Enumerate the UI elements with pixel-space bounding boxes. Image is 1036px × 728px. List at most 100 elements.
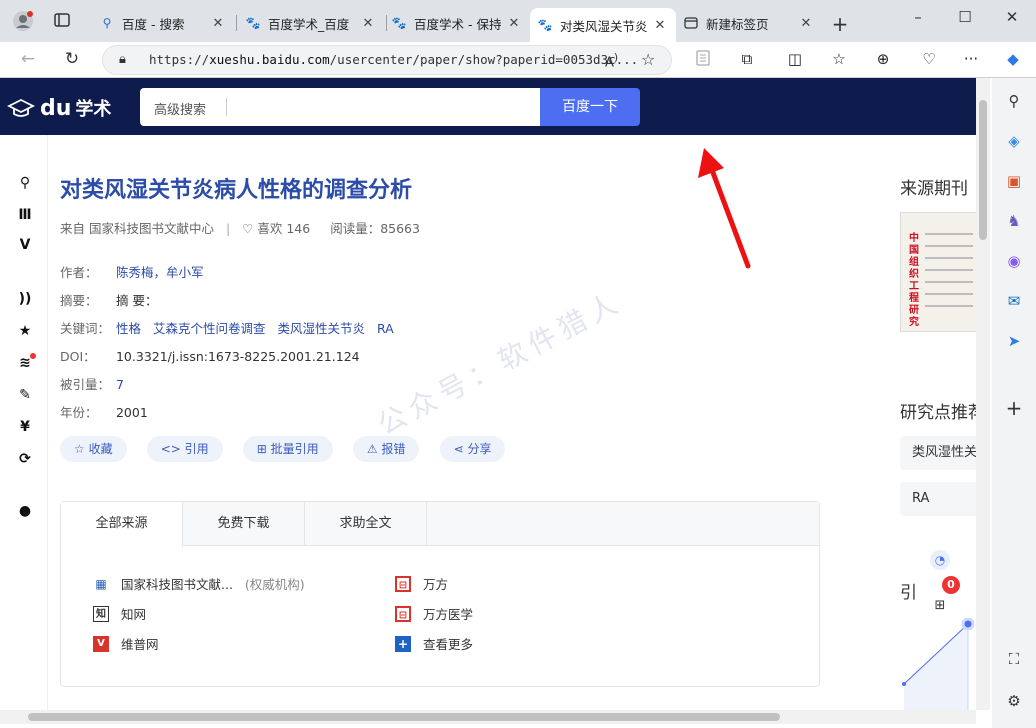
recommend-keyword[interactable]: 类风湿性关节炎: [900, 436, 980, 470]
tools-briefcase-icon[interactable]: ▣: [1003, 172, 1025, 194]
microsoft365-icon[interactable]: ◉: [1003, 252, 1025, 274]
refresh-icon[interactable]: ⟳: [14, 451, 36, 471]
address-bar[interactable]: 🔒︎ https://xueshu.baidu.com/usercenter/p…: [102, 45, 672, 75]
close-icon[interactable]: ✕: [652, 18, 668, 33]
advanced-search-link[interactable]: 高级搜索: [154, 99, 206, 118]
layers-icon[interactable]: ≋: [14, 353, 36, 375]
cite-button[interactable]: <> 引用: [146, 436, 223, 462]
games-icon[interactable]: ♞: [1003, 212, 1025, 234]
keyword-link[interactable]: RA: [377, 321, 394, 336]
send-icon[interactable]: ➤: [1003, 332, 1025, 354]
keyword-link[interactable]: 性格: [116, 321, 141, 336]
like-count[interactable]: 喜欢 146: [257, 221, 310, 236]
close-icon[interactable]: ✕: [798, 16, 814, 31]
favorites-icon[interactable]: ☆: [828, 50, 850, 70]
source-item[interactable]: ▦ 国家科技图书文献... (权威机构): [93, 574, 304, 593]
journal-cover-image[interactable]: 中国组织工程研究: [900, 212, 980, 332]
search-button[interactable]: 百度一下: [540, 88, 640, 126]
paper-title[interactable]: 对类风湿关节炎病人性格的调查分析: [60, 172, 412, 204]
collect-button[interactable]: ☆ 收藏: [60, 436, 127, 462]
view-more-sources[interactable]: + 查看更多: [395, 634, 473, 653]
tab-free-download[interactable]: 免费下载: [183, 502, 305, 546]
authors-link[interactable]: 陈秀梅，牟小军: [116, 265, 204, 280]
source-item[interactable]: ⊟ 万方医学: [395, 604, 473, 623]
maximize-icon[interactable]: ☐: [955, 8, 975, 28]
doi-row: DOI： 10.3321/j.issn:1673-8225.2001.21.12…: [60, 349, 360, 364]
feedback-icon[interactable]: ◔: [930, 550, 950, 570]
shopping-tag-icon[interactable]: ◈: [1003, 132, 1025, 154]
outlook-icon[interactable]: ✉: [1003, 292, 1025, 314]
xueshu-logo[interactable]: du 学术: [6, 84, 126, 132]
abstract-row: 摘要： 摘 要：: [60, 293, 158, 308]
star-icon[interactable]: ★: [14, 323, 36, 343]
add-folder-icon[interactable]: ⊞: [930, 598, 950, 616]
add-sidebar-icon[interactable]: +: [1003, 396, 1025, 420]
source-item[interactable]: 知 知网: [93, 604, 146, 623]
tab-request-fulltext[interactable]: 求助全文: [305, 502, 427, 546]
read-aloud-icon[interactable]: A): [605, 51, 618, 70]
citation-heading: 引: [900, 583, 917, 603]
reading-view-icon[interactable]: [692, 50, 714, 70]
more-menu-icon[interactable]: ···: [960, 50, 982, 70]
yen-icon[interactable]: ¥: [14, 419, 36, 439]
tab-strip: ⚲ 百度 - 搜索 ✕ 🐾 百度学术_百度 ✕ 🐾 百度学术 - 保持 ✕ 🐾 …: [0, 0, 1036, 42]
batch-cite-button[interactable]: ⊞ 批量引用: [242, 436, 333, 462]
recommend-keyword[interactable]: RA: [900, 482, 980, 516]
keyword-link[interactable]: 艾森克个性问卷调查: [153, 321, 266, 336]
collections-icon[interactable]: ⊕: [872, 50, 894, 70]
browser-essentials-icon[interactable]: ♡: [918, 50, 940, 70]
tab-xueshu-keep[interactable]: 🐾 百度学术 - 保持 ✕: [384, 8, 530, 38]
source-item[interactable]: ⊟ 万方: [395, 574, 448, 593]
copilot-icon[interactable]: ◆: [1002, 50, 1024, 70]
close-icon[interactable]: ✕: [506, 16, 522, 31]
screenshot-icon[interactable]: ⛶: [1003, 650, 1025, 672]
url-text[interactable]: https://xueshu.baidu.com/usercenter/pape…: [149, 52, 638, 67]
like-heart-icon[interactable]: ♡: [242, 221, 253, 236]
vertical-scrollbar[interactable]: [976, 78, 990, 710]
research-heading: 研究点推荐: [900, 403, 985, 423]
tab-xueshu-home[interactable]: 🐾 百度学术_百度 ✕: [238, 8, 384, 38]
tab-baidu-search[interactable]: ⚲ 百度 - 搜索 ✕: [92, 8, 234, 38]
minimize-icon[interactable]: –: [908, 8, 928, 28]
reload-icon[interactable]: ↻: [60, 49, 84, 71]
search-icon[interactable]: ⚲: [14, 175, 36, 195]
tab-actions-icon[interactable]: [52, 11, 72, 31]
user-icon[interactable]: ●: [14, 503, 36, 523]
wanfang-icon: ⊟: [395, 575, 411, 592]
cited-count-link[interactable]: 7: [116, 377, 124, 392]
favorite-star-icon[interactable]: ☆: [641, 50, 655, 69]
close-icon[interactable]: ✕: [210, 16, 226, 31]
keyword-link[interactable]: 类风湿性关节炎: [277, 321, 365, 336]
rss-icon[interactable]: )): [14, 291, 36, 311]
v-icon[interactable]: V: [14, 237, 36, 257]
source-item[interactable]: V 维普网: [93, 634, 159, 653]
extensions-icon[interactable]: ⧉: [736, 50, 758, 70]
search-icon[interactable]: ⚲: [1003, 92, 1025, 114]
tab-paper-active[interactable]: 🐾 对类风湿关节炎 ✕: [530, 8, 676, 42]
tab-new[interactable]: 新建标签页 ✕: [676, 8, 822, 38]
sources-panel: 全部来源 免费下载 求助全文 ▦ 国家科技图书文献... (权威机构) 知 知网…: [60, 501, 820, 687]
page-viewport: du 学术 高级搜索 百度一下 ⚲ Ⅲ V )) ★ ≋ ✎ ¥ ⟳ ● 对类风…: [0, 78, 992, 728]
graduation-cap-icon: [6, 98, 36, 117]
cited-row: 被引量： 7: [60, 377, 124, 392]
window-close-icon[interactable]: ✕: [1002, 8, 1022, 28]
source-label[interactable]: 来自 国家科技图书文献中心: [60, 221, 214, 236]
annotation-red-arrow: [698, 148, 751, 269]
settings-gear-icon[interactable]: ⚙: [1003, 692, 1025, 714]
tab-all-sources[interactable]: 全部来源: [61, 502, 183, 547]
lock-icon[interactable]: 🔒︎: [119, 52, 126, 67]
notification-badge[interactable]: 0: [942, 576, 960, 594]
new-tab-plus-icon[interactable]: +: [830, 12, 850, 36]
left-toolbar: ⚲ Ⅲ V )) ★ ≋ ✎ ¥ ⟳ ●: [0, 135, 48, 710]
split-screen-icon[interactable]: ◫: [784, 50, 806, 70]
library-icon[interactable]: Ⅲ: [14, 207, 36, 227]
search-icon: ⚲: [102, 16, 112, 30]
back-arrow-icon[interactable]: ←: [16, 49, 40, 71]
horizontal-scrollbar[interactable]: [0, 710, 976, 724]
share-button[interactable]: ⋖ 分享: [439, 436, 506, 462]
profile-icon[interactable]: [12, 10, 33, 31]
edit-pen-icon[interactable]: ✎: [14, 387, 36, 407]
search-input[interactable]: 高级搜索: [140, 88, 540, 126]
warning-icon: ⚠: [366, 442, 382, 456]
close-icon[interactable]: ✕: [360, 16, 376, 31]
